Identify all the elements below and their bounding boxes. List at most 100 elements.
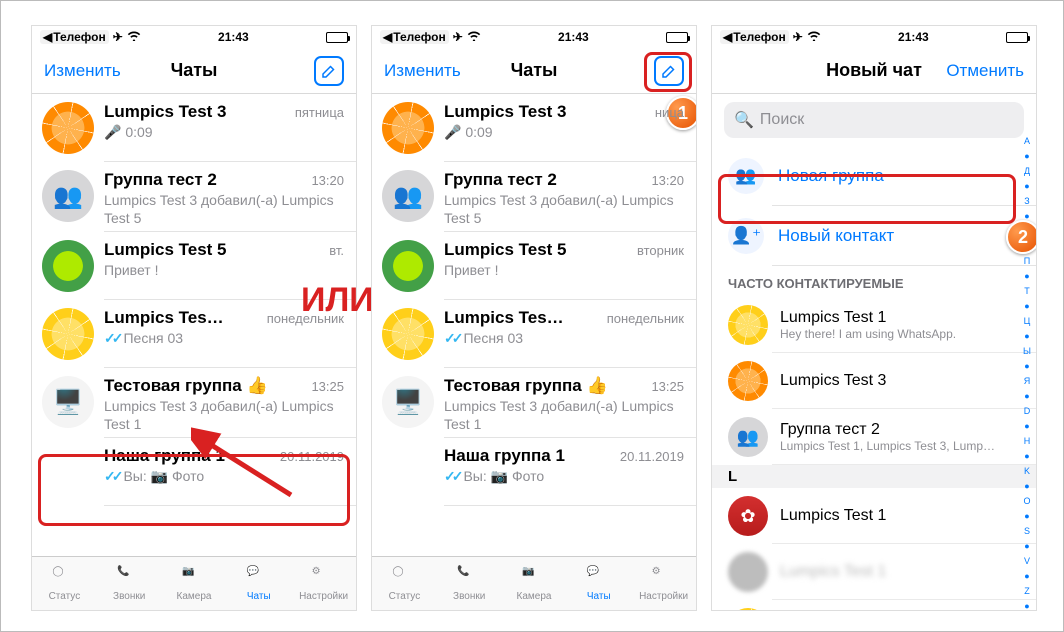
edit-button[interactable]: Изменить [44,61,121,81]
chat-subtitle: ✓✓Вы: 📷 Фото [104,468,344,486]
chat-time: 13:25 [311,379,344,394]
index-letter[interactable]: ● [1024,271,1029,281]
chat-title: Lumpics Test 3 [444,102,567,122]
chat-row[interactable]: 👥 Группа тест 213:20 Lumpics Test 3 доба… [32,162,356,232]
contact-row[interactable]: 👥 Группа тест 2Lumpics Test 1, Lumpics T… [712,409,1036,465]
tab-settings[interactable]: ⚙︎Настройки [631,557,696,610]
avatar-lemon-icon [42,308,94,360]
tab-status[interactable]: ◯Статус [372,557,437,610]
chat-title: Наша группа 1 [104,446,225,466]
chat-row[interactable]: Lumpics Tes…понедельник ✓✓Песня 03 [372,300,696,368]
new-contact-label: Новый контакт [778,226,894,246]
gear-icon: ⚙︎ [652,566,676,590]
index-letter[interactable]: З [1024,196,1029,206]
tab-status[interactable]: ◯Статус [32,557,97,610]
index-letter[interactable]: П [1024,256,1030,266]
index-letter[interactable]: ● [1024,481,1029,491]
back-to-app[interactable]: ◀Телефон [380,30,449,44]
index-letter[interactable]: ● [1024,391,1029,401]
nav-header: Изменить Чаты [32,48,356,94]
contact-name: Группа тест 2 [780,421,995,439]
chat-list[interactable]: Lumpics Test 3 ница 🎤 0:09 👥 Группа тест … [372,94,696,506]
mic-icon: 🎤 [104,124,121,140]
index-letter[interactable]: Д [1024,166,1030,176]
index-letter[interactable]: А [1024,136,1030,146]
mic-icon: 🎤 [444,124,461,140]
index-letter[interactable]: ● [1024,151,1029,161]
chat-subtitle: Lumpics Test 3 добавил(-а) Lumpics Test … [444,398,684,430]
index-letter[interactable]: D [1024,406,1031,416]
index-letter[interactable]: ● [1024,451,1029,461]
avatar-orange-icon [728,361,768,401]
search-input[interactable]: 🔍 Поиск [724,102,1024,138]
contact-row[interactable]: Lumpics Test 1Hey there! I am using What… [712,297,1036,353]
contact-row[interactable]: Lumpics Test 1 [712,544,1036,600]
chat-row[interactable]: 👥 Группа тест 213:20 Lumpics Test 3 доба… [372,162,696,232]
index-letter[interactable]: Z [1024,586,1030,596]
index-letter[interactable]: Т [1024,286,1030,296]
tab-chats[interactable]: 💬Чаты [566,557,631,610]
chat-subtitle: ✓✓Вы: 📷 Фото [444,468,684,486]
index-letter[interactable]: ● [1024,361,1029,371]
avatar-pc-icon: 🖥️ [382,376,434,428]
new-group-button[interactable]: 👥 Новая группа [712,146,1036,206]
tab-camera[interactable]: 📷Камера [502,557,567,610]
chat-time: ница [655,105,684,120]
tab-camera[interactable]: 📷Камера [162,557,227,610]
chat-row[interactable]: 🖥️ Тестовая группа 👍13:25 Lumpics Test 3… [372,368,696,438]
clock: 21:43 [558,30,589,44]
chat-row[interactable]: Lumpics Test 5вторник Привет ! [372,232,696,300]
index-letter[interactable]: ● [1024,541,1029,551]
contact-sub: Lumpics Test 1, Lumpics Test 3, Lump… [780,439,995,453]
index-letter[interactable]: V [1024,556,1030,566]
contact-row[interactable]: ✿ Lumpics Test 1 [712,488,1036,544]
index-letter[interactable]: ● [1024,331,1029,341]
index-letter[interactable]: ● [1024,301,1029,311]
index-letter[interactable]: S [1024,526,1030,536]
search-icon: 🔍 [734,110,754,130]
back-to-app[interactable]: ◀Телефон [40,30,109,44]
compose-button[interactable] [314,56,344,86]
chat-subtitle: Привет ! [104,262,344,280]
compose-button[interactable] [654,56,684,86]
index-letter[interactable]: H [1024,436,1031,446]
tab-calls[interactable]: 📞Звонки [97,557,162,610]
index-letter[interactable]: K [1024,466,1030,476]
cancel-button[interactable]: Отменить [946,61,1024,81]
index-letter[interactable]: Ы [1023,346,1031,356]
index-letter[interactable]: ● [1024,601,1029,611]
chat-row[interactable]: Наша группа 1 20.11.2019 ✓✓Вы: 📷 Фото [32,438,356,506]
back-to-app[interactable]: ◀Телефон [720,30,789,44]
contact-name: Lumpics Test 1 [780,309,956,327]
chat-row[interactable]: Lumpics Test 3 ница 🎤 0:09 [372,94,696,162]
index-letter[interactable]: ● [1024,571,1029,581]
index-letter[interactable]: ● [1024,181,1029,191]
index-letter[interactable]: Ц [1024,316,1031,326]
chat-row[interactable]: Наша группа 120.11.2019 ✓✓Вы: 📷 Фото [372,438,696,506]
tab-calls[interactable]: 📞Звонки [437,557,502,610]
contact-row[interactable]: Lumpics Test 2 [712,600,1036,611]
index-letter[interactable]: ● [1024,421,1029,431]
tab-settings[interactable]: ⚙︎Настройки [291,557,356,610]
contact-row[interactable]: Lumpics Test 3 [712,353,1036,409]
status-icon: ◯ [392,566,416,590]
or-label: ИЛИ [301,281,374,320]
airplane-mode-icon: ✈︎ [793,30,803,44]
battery-icon [666,32,688,43]
chat-subtitle: Привет ! [444,262,684,280]
avatar-windows-icon [42,446,94,498]
index-letter[interactable]: ● [1024,511,1029,521]
chat-subtitle: Lumpics Test 3 добавил(-а) Lumpics Test … [444,192,684,224]
chat-subtitle: 🎤 0:09 [444,124,684,142]
chat-row-target[interactable]: 🖥️ Тестовая группа 👍13:25 Lumpics Test 3… [32,368,356,438]
chat-time: 20.11.2019 [280,449,344,464]
index-letter[interactable]: O [1023,496,1030,506]
alpha-index[interactable]: А●Д●З●Л●П●Т●Ц●Ы●Я●D●H●K●O●S●V●Z●# [1020,136,1034,600]
status-bar: ◀Телефон ✈︎ 21:43 [32,26,356,48]
edit-button[interactable]: Изменить [384,61,461,81]
new-contact-button[interactable]: 👤⁺ Новый контакт [712,206,1036,266]
chat-row[interactable]: Lumpics Test 3пятница 🎤 0:09 [32,94,356,162]
tab-chats[interactable]: 💬Чаты [226,557,291,610]
index-letter[interactable]: Я [1024,376,1031,386]
contact-name: Lumpics Test 3 [780,372,886,390]
